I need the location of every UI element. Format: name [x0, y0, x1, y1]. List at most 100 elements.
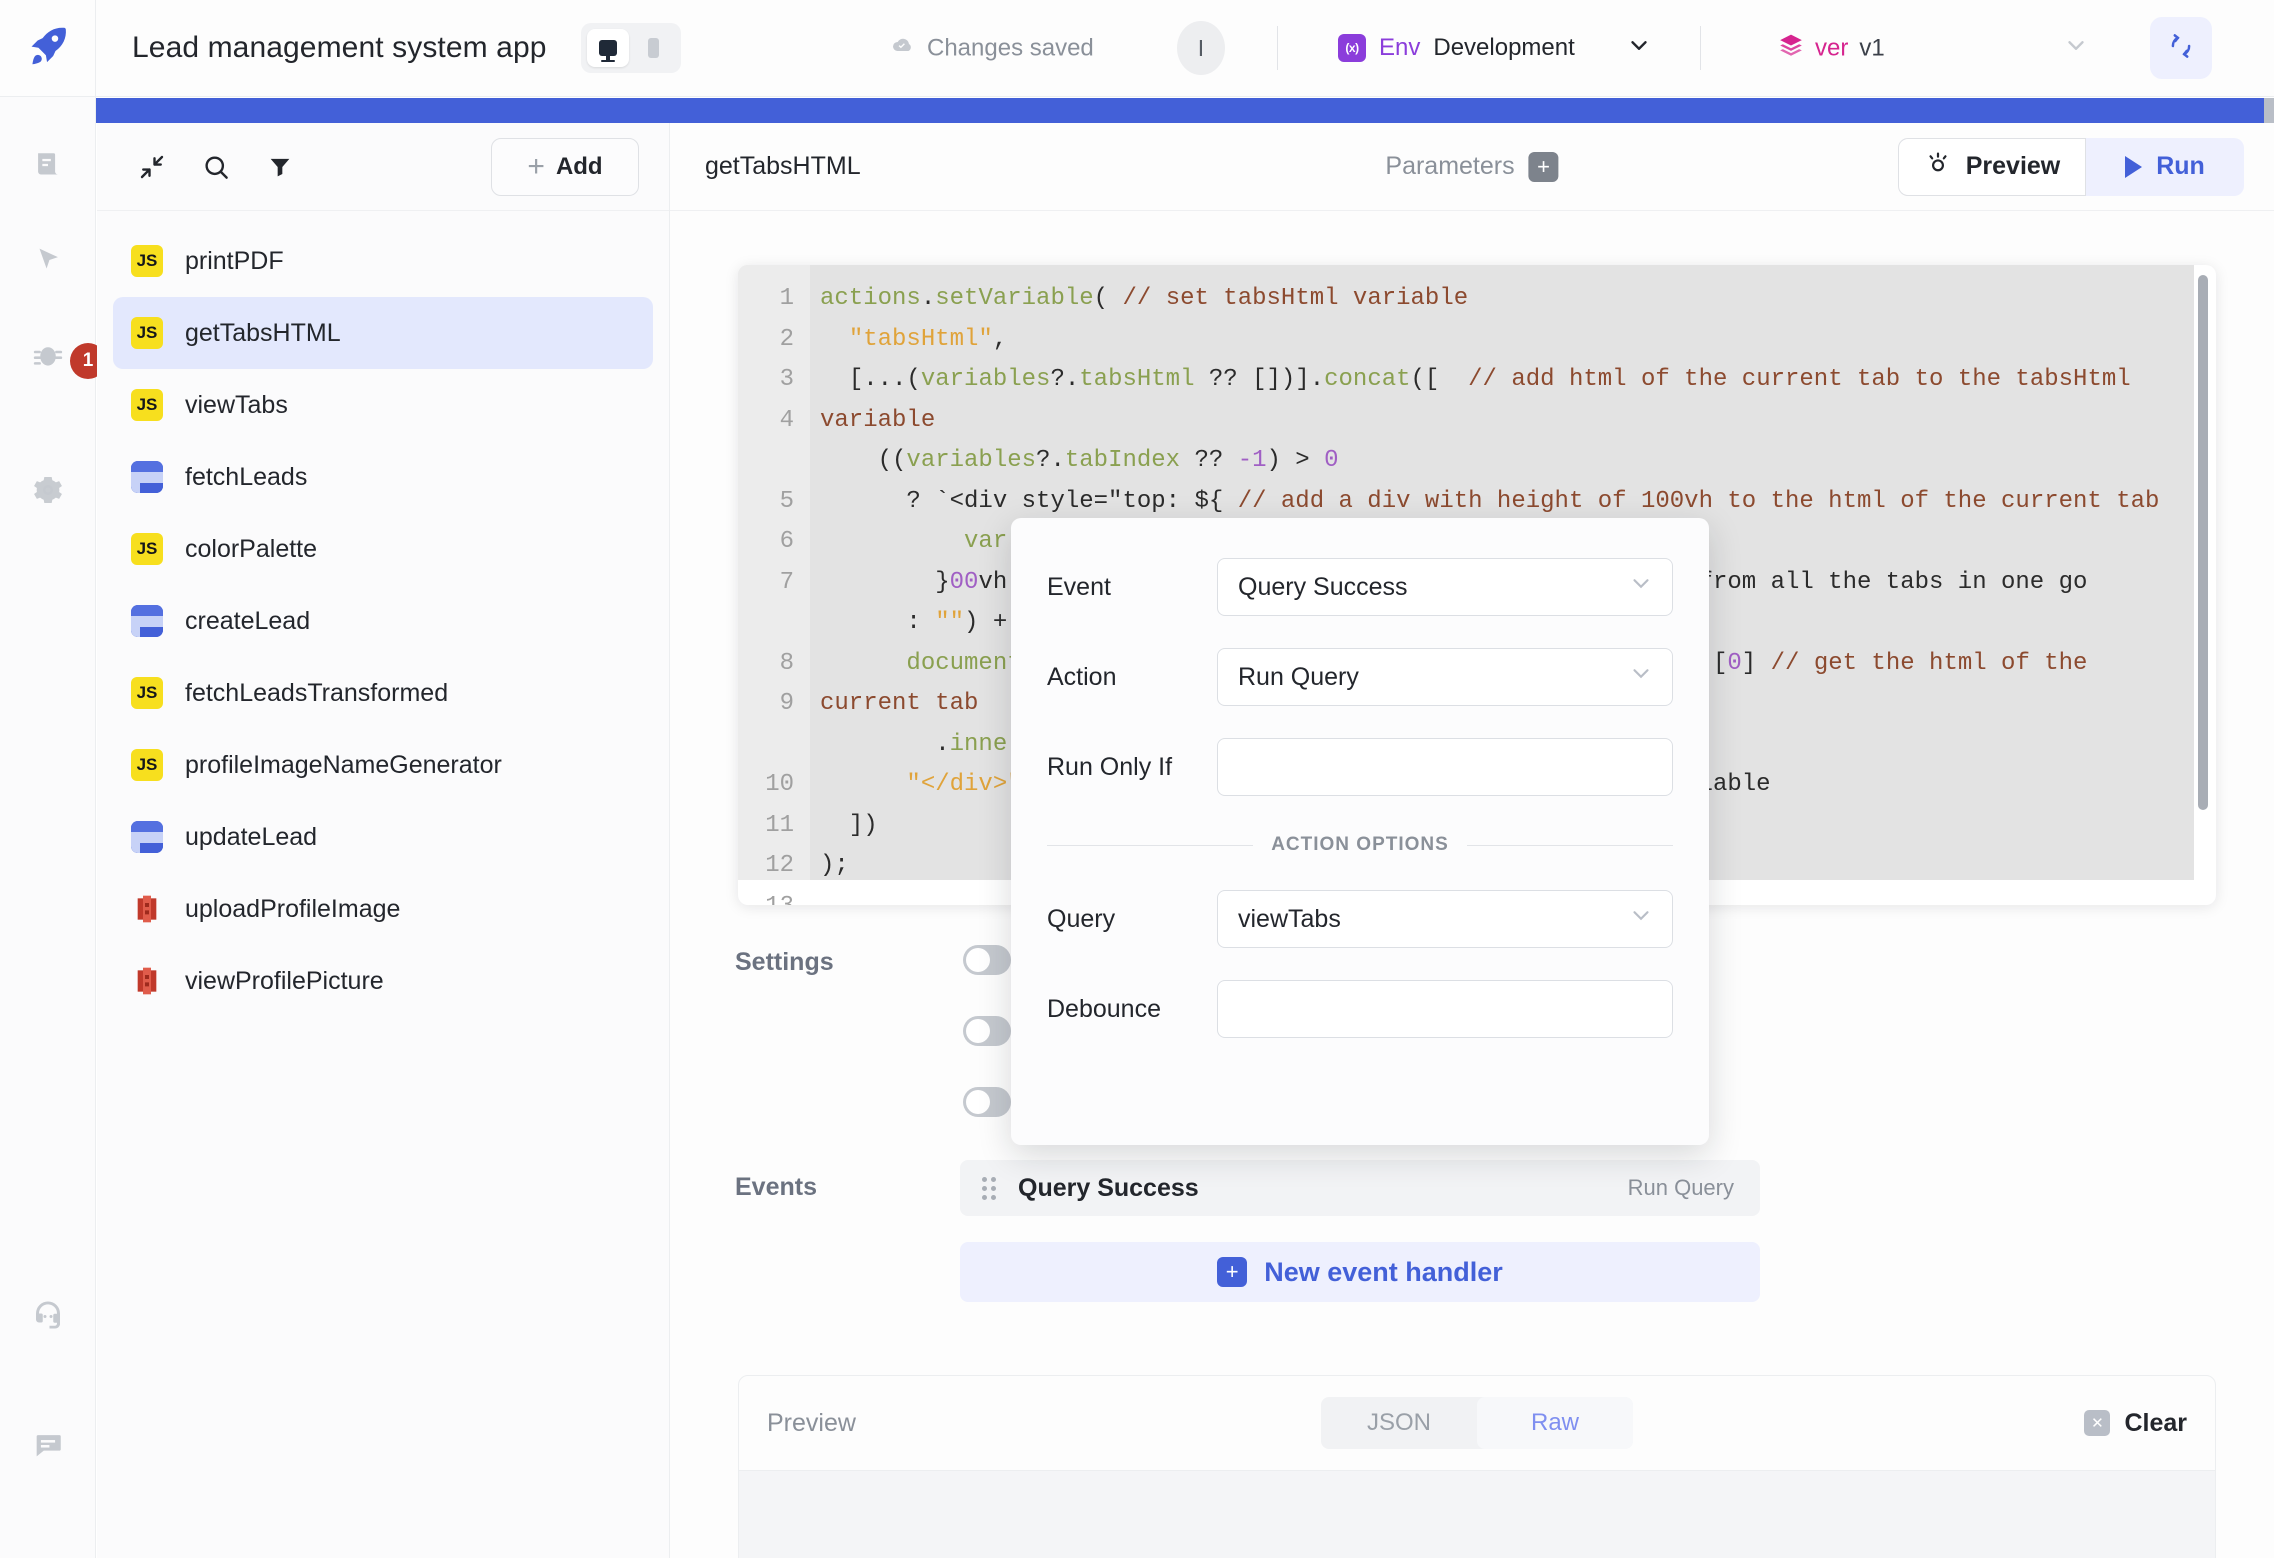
settings-toggle-2[interactable] [963, 1016, 1011, 1046]
query-list-item-label: updateLead [185, 823, 317, 852]
rail-item-theme[interactable] [18, 1545, 78, 1558]
chevron-down-icon [1628, 661, 1654, 694]
tab-json[interactable]: JSON [1321, 1397, 1477, 1449]
save-status: Changes saved [890, 34, 1094, 63]
new-event-handler-label: New event handler [1264, 1257, 1503, 1288]
env-selector[interactable]: (x) Env Development [1338, 34, 1575, 62]
editor-header-buttons: Preview Run [1898, 138, 2244, 196]
query-list-item[interactable]: fetchLeads [113, 441, 653, 513]
action-options-title: ACTION OPTIONS [1271, 834, 1449, 856]
avatar[interactable]: I [1177, 21, 1225, 75]
javascript-icon: JS [131, 245, 163, 277]
loading-progress-bar [96, 98, 2274, 123]
query-list-item-label: viewProfilePicture [185, 967, 384, 996]
query-list-item[interactable]: JS profileImageNameGenerator [113, 729, 653, 801]
editor-scrollbar[interactable] [2198, 275, 2208, 875]
event-handler-popup: Event Query Success Action Run Query Run… [1011, 518, 1709, 1145]
line-number: 12 [738, 846, 794, 887]
layers-icon [1778, 33, 1804, 64]
tab-raw[interactable]: Raw [1477, 1397, 1633, 1449]
run-button[interactable]: Run [2086, 138, 2244, 196]
search-icon[interactable] [193, 144, 239, 190]
device-desktop-button[interactable] [587, 29, 629, 67]
query-select-value: viewTabs [1238, 905, 1341, 934]
new-event-handler-button[interactable]: + New event handler [960, 1242, 1760, 1302]
action-select[interactable]: Run Query [1217, 648, 1673, 706]
javascript-icon: JS [131, 749, 163, 781]
query-list-item[interactable]: uploadProfileImage [113, 873, 653, 945]
line-number: 11 [738, 806, 794, 847]
query-list-item[interactable]: JScolorPalette [113, 513, 653, 585]
database-icon [131, 605, 163, 637]
divider-2 [1700, 26, 1701, 70]
query-list-item[interactable]: viewProfilePicture [113, 945, 653, 1017]
javascript-icon: JS [131, 317, 163, 349]
rail-item-bug[interactable]: 1 [18, 327, 78, 387]
filter-icon[interactable] [257, 144, 303, 190]
query-list-item[interactable]: JSgetTabsHTML [113, 297, 653, 369]
query-list: JSprintPDFJSgetTabsHTMLJSviewTabs fetchLe… [97, 211, 669, 1017]
desktop-icon [599, 40, 617, 56]
left-rail: 1 [0, 97, 96, 1558]
query-list-item-label: profileImageNameGenerator [185, 751, 502, 780]
query-list-item[interactable]: JSviewTabs [113, 369, 653, 441]
refresh-button[interactable] [2150, 17, 2212, 79]
preview-button[interactable]: Preview [1898, 138, 2086, 196]
device-toggle-group[interactable] [581, 23, 681, 73]
debounce-input[interactable] [1217, 980, 1673, 1038]
add-query-button[interactable]: + Add [491, 138, 639, 196]
version-chevron-down-icon[interactable] [2063, 33, 2089, 64]
line-number: 2 [738, 320, 794, 361]
app-title: Lead management system app [132, 31, 547, 65]
rail-item-support[interactable] [18, 1287, 78, 1347]
rail-item-settings[interactable] [18, 462, 78, 522]
rail-item-chat[interactable] [18, 1417, 78, 1477]
plus-icon: + [527, 152, 545, 182]
query-select[interactable]: viewTabs [1217, 890, 1673, 948]
rocket-icon [25, 23, 71, 74]
query-list-item[interactable]: createLead [113, 585, 653, 657]
parameters-control[interactable]: Parameters + [1385, 152, 1558, 182]
query-field-row: Query viewTabs [1047, 890, 1673, 948]
env-chevron-down-icon[interactable] [1626, 33, 1652, 64]
event-select[interactable]: Query Success [1217, 558, 1673, 616]
query-list-item-label: fetchLeads [185, 463, 307, 492]
refresh-icon [2166, 31, 2196, 66]
version-label: ver [1815, 34, 1848, 62]
logo-cell[interactable] [0, 0, 96, 97]
preview-format-tabs[interactable]: JSON Raw [1321, 1397, 1633, 1449]
run-only-if-input[interactable] [1217, 738, 1673, 796]
line-number: 6 [738, 522, 794, 563]
line-number: 1 [738, 279, 794, 320]
top-bar: Lead management system app Changes saved… [0, 0, 2274, 97]
env-label: Env [1379, 34, 1420, 62]
rail-item-document[interactable] [18, 138, 78, 198]
drag-handle-icon[interactable] [982, 1177, 996, 1200]
preview-panel-title: Preview [767, 1409, 856, 1438]
line-number: 8 [738, 644, 794, 685]
code-line: [...(variables?.tabsHtml ?? [])].concat(… [820, 360, 2194, 441]
add-query-label: Add [556, 153, 603, 181]
separator-line-right [1467, 845, 1673, 846]
line-number: 5 [738, 482, 794, 523]
collapse-arrows-icon[interactable] [129, 144, 175, 190]
settings-toggle-3[interactable] [963, 1087, 1011, 1117]
event-action: Run Query [1628, 1175, 1734, 1201]
query-list-item[interactable]: updateLead [113, 801, 653, 873]
event-handler-row[interactable]: Query Success Run Query [960, 1160, 1760, 1216]
s3-bucket-icon [131, 965, 163, 997]
settings-toggle-1[interactable] [963, 945, 1011, 975]
query-list-item[interactable]: JSfetchLeadsTransformed [113, 657, 653, 729]
eye-icon [1924, 149, 1952, 184]
rail-item-pointer[interactable] [18, 232, 78, 292]
device-mobile-button[interactable] [633, 29, 675, 67]
version-selector[interactable]: ver v1 [1778, 33, 1885, 64]
code-line: ((variables?.tabIndex ?? -1) > 0 [820, 441, 2194, 482]
clear-preview-button[interactable]: ✕ Clear [2084, 1409, 2187, 1438]
query-list-toolbar: + Add [97, 123, 669, 211]
query-list-item[interactable]: JSprintPDF [113, 225, 653, 297]
settings-label: Settings [735, 948, 834, 977]
query-list-item-label: createLead [185, 607, 310, 636]
add-parameter-button[interactable]: + [1529, 152, 1559, 182]
s3-bucket-icon [131, 893, 163, 925]
